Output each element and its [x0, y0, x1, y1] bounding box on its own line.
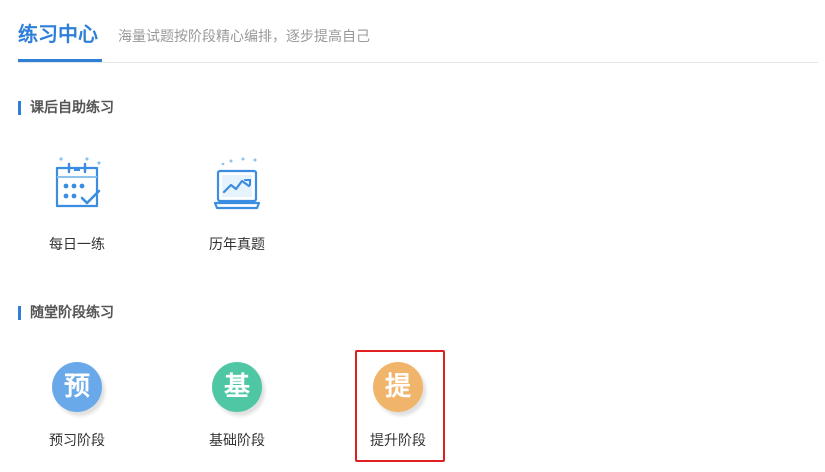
basic-badge-icon: 基: [212, 362, 262, 412]
preview-badge-icon: 预: [52, 362, 102, 412]
past-exams-item[interactable]: 历年真题: [192, 156, 282, 254]
basic-stage-item[interactable]: 基 基础阶段: [192, 359, 282, 450]
section-title-stage-practice: 随堂阶段练习: [18, 304, 114, 322]
past-exams-label: 历年真题: [209, 237, 265, 253]
page-subtitle: 海量试题按阶段精心编排，逐步提高自己: [118, 29, 370, 45]
laptop-chart-icon: [209, 156, 265, 212]
daily-practice-item[interactable]: 每日一练: [32, 156, 122, 254]
page-header: 练习中心 海量试题按阶段精心编排，逐步提高自己: [18, 0, 818, 63]
active-tab-underline: [18, 59, 102, 62]
daily-practice-label: 每日一练: [49, 237, 105, 253]
page-title-tab[interactable]: 练习中心: [18, 20, 98, 48]
calendar-check-icon: [49, 156, 105, 212]
selection-highlight: [355, 350, 445, 462]
section-title-self-practice: 课后自助练习: [18, 99, 114, 117]
preview-stage-item[interactable]: 预 预习阶段: [32, 359, 122, 450]
basic-stage-label: 基础阶段: [209, 433, 265, 449]
preview-stage-label: 预习阶段: [49, 433, 105, 449]
